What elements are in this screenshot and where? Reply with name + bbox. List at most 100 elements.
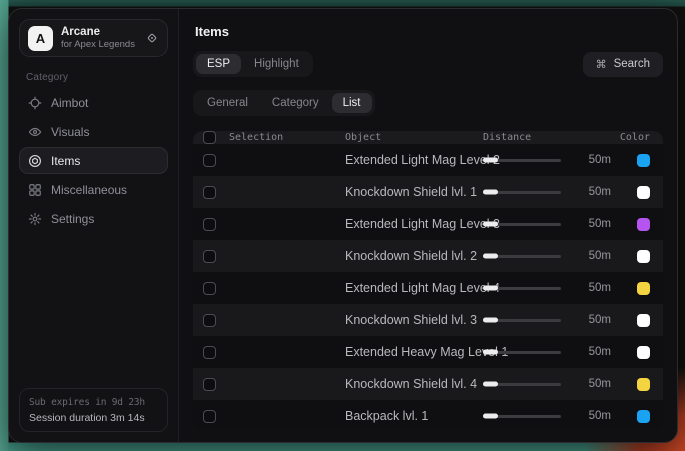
sidebar-item-label: Settings: [51, 212, 94, 226]
distance-value: 50m: [589, 250, 611, 262]
object-label: Knockdown Shield lvl. 3: [345, 313, 477, 327]
table-row: Knockdown Shield lvl. 4 50m: [193, 368, 663, 400]
sidebar-item-aimbot[interactable]: Aimbot: [19, 89, 168, 116]
distance-value: 50m: [589, 410, 611, 422]
row-checkbox[interactable]: [203, 314, 216, 327]
sidebar-item-items[interactable]: Items: [19, 147, 168, 174]
distance-slider[interactable]: [483, 411, 561, 421]
distance-value: 50m: [589, 314, 611, 326]
crosshair-icon: [28, 96, 42, 110]
search-button[interactable]: ⌘ Search: [583, 52, 663, 77]
sidebar-item-label: Items: [51, 154, 80, 168]
subscription-expiry: Sub expires in 9d 23h: [29, 397, 158, 408]
row-checkbox[interactable]: [203, 218, 216, 231]
table-row: Knockdown Shield lvl. 1 50m: [193, 176, 663, 208]
distance-value: 50m: [589, 218, 611, 230]
table-row: Backpack lvl. 1 50m: [193, 400, 663, 430]
color-swatch[interactable]: [637, 186, 650, 199]
view-tab-group: GeneralCategoryList: [193, 90, 375, 116]
tab-list[interactable]: List: [332, 93, 372, 113]
row-checkbox[interactable]: [203, 250, 216, 263]
session-duration: Session duration 3m 14s: [29, 412, 158, 424]
table-row: Knockdown Shield lvl. 3 50m: [193, 304, 663, 336]
search-button-label: Search: [614, 58, 650, 70]
distance-slider[interactable]: [483, 283, 561, 293]
table-row: Extended Light Mag Level 4 50m: [193, 272, 663, 304]
object-label: Extended Light Mag Level 2: [345, 153, 500, 167]
row-checkbox[interactable]: [203, 410, 216, 423]
object-label: Extended Light Mag Level 4: [345, 281, 500, 295]
color-swatch[interactable]: [637, 250, 650, 263]
distance-value: 50m: [589, 186, 611, 198]
table-row: Extended Light Mag Level 2 50m: [193, 144, 663, 176]
object-label: Knockdown Shield lvl. 4: [345, 377, 477, 391]
diamond-badge-icon[interactable]: [145, 31, 159, 45]
object-label: Extended Light Mag Level 3: [345, 217, 500, 231]
tab-esp[interactable]: ESP: [196, 54, 241, 74]
column-header-distance: Distance: [483, 132, 531, 143]
sidebar-nav: Aimbot Visuals Items Miscellaneous Settings: [19, 89, 168, 232]
distance-slider[interactable]: [483, 251, 561, 261]
toolbar: ESPHighlight ⌘ Search: [193, 51, 663, 77]
sidebar-item-settings[interactable]: Settings: [19, 205, 168, 232]
object-label: Knockdown Shield lvl. 2: [345, 249, 477, 263]
object-label: Backpack lvl. 1: [345, 409, 428, 423]
column-header-selection: Selection: [229, 132, 283, 143]
row-checkbox[interactable]: [203, 282, 216, 295]
tab-category[interactable]: Category: [261, 93, 330, 113]
select-all-checkbox[interactable]: [203, 131, 216, 144]
column-header-color: Color: [620, 132, 650, 143]
page-title: Items: [195, 24, 663, 39]
mode-tab-group: ESPHighlight: [193, 51, 313, 77]
distance-slider[interactable]: [483, 155, 561, 165]
distance-slider[interactable]: [483, 187, 561, 197]
row-checkbox[interactable]: [203, 186, 216, 199]
command-icon: ⌘: [596, 58, 607, 71]
color-swatch[interactable]: [637, 314, 650, 327]
sidebar-item-label: Aimbot: [51, 96, 88, 110]
row-checkbox[interactable]: [203, 378, 216, 391]
table-row: Extended Light Mag Level 3 50m: [193, 208, 663, 240]
tab-highlight[interactable]: Highlight: [243, 54, 310, 74]
distance-slider[interactable]: [483, 219, 561, 229]
sidebar-item-label: Miscellaneous: [51, 183, 127, 197]
color-swatch[interactable]: [637, 282, 650, 295]
distance-value: 50m: [589, 282, 611, 294]
row-checkbox[interactable]: [203, 346, 216, 359]
session-info-card: Sub expires in 9d 23h Session duration 3…: [19, 388, 168, 432]
sidebar-item-label: Visuals: [51, 125, 89, 139]
main-panel: Items ESPHighlight ⌘ Search GeneralCateg…: [179, 9, 677, 442]
row-checkbox[interactable]: [203, 154, 216, 167]
tab-general[interactable]: General: [196, 93, 259, 113]
color-swatch[interactable]: [637, 346, 650, 359]
color-swatch[interactable]: [637, 378, 650, 391]
items-table: Selection Object Distance Color Extended…: [193, 131, 663, 430]
grid-icon: [28, 183, 42, 197]
app-subtitle: for Apex Legends: [61, 39, 135, 51]
distance-slider[interactable]: [483, 315, 561, 325]
table-header-row: Selection Object Distance Color: [193, 131, 663, 144]
gear-icon: [28, 212, 42, 226]
brand-card: A Arcane for Apex Legends: [19, 19, 168, 57]
color-swatch[interactable]: [637, 410, 650, 423]
package-icon: [28, 154, 42, 168]
table-row: Knockdown Shield lvl. 2 50m: [193, 240, 663, 272]
color-swatch[interactable]: [637, 154, 650, 167]
distance-value: 50m: [589, 378, 611, 390]
color-swatch[interactable]: [637, 218, 650, 231]
app-window: A Arcane for Apex Legends Category Aimbo…: [8, 8, 678, 443]
column-header-object: Object: [345, 132, 381, 143]
app-title: Arcane: [61, 25, 135, 39]
table-body: Extended Light Mag Level 250mKnockdown S…: [193, 144, 663, 430]
game-backdrop: A Arcane for Apex Legends Category Aimbo…: [0, 0, 685, 451]
sidebar: A Arcane for Apex Legends Category Aimbo…: [9, 9, 179, 442]
distance-slider[interactable]: [483, 347, 561, 357]
distance-value: 50m: [589, 346, 611, 358]
object-label: Knockdown Shield lvl. 1: [345, 185, 477, 199]
distance-value: 50m: [589, 154, 611, 166]
table-row: Extended Heavy Mag Level 150m: [193, 336, 663, 368]
app-logo: A: [28, 26, 53, 51]
sidebar-item-visuals[interactable]: Visuals: [19, 118, 168, 145]
distance-slider[interactable]: [483, 379, 561, 389]
sidebar-item-miscellaneous[interactable]: Miscellaneous: [19, 176, 168, 203]
